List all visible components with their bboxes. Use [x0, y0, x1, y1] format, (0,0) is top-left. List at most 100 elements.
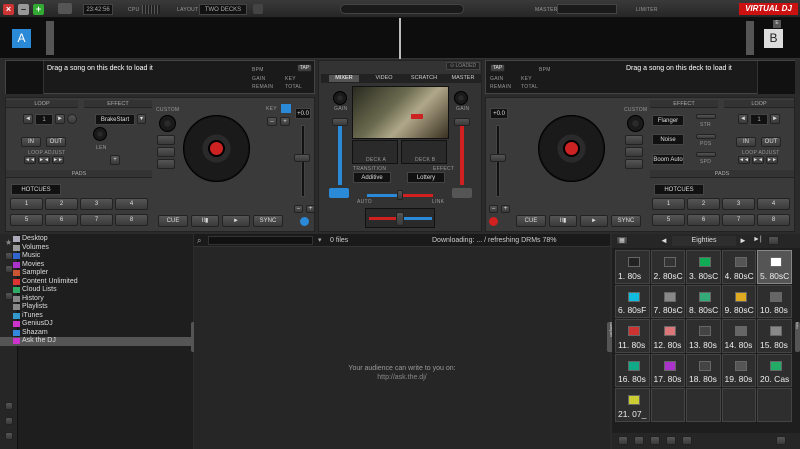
tree-item-content-unlimited[interactable]: Content Unlimited — [0, 278, 193, 287]
effect-dropdown-icon[interactable]: ▾ — [137, 114, 146, 124]
tree-item-movies[interactable]: Movies — [0, 261, 193, 270]
pad-4[interactable]: 4 — [757, 198, 790, 210]
sampler-tile[interactable]: 21. 07_ — [615, 388, 650, 422]
sampler-list-view-icon[interactable] — [666, 436, 676, 445]
sampler-tile[interactable]: 9. 80sC — [721, 284, 756, 318]
video-effect-select[interactable]: Lottery — [407, 172, 445, 183]
deck-b-jogwheel[interactable] — [538, 115, 605, 182]
sampler-options-icon[interactable] — [768, 236, 779, 245]
loop-in-button[interactable]: IN — [21, 137, 41, 147]
volume-b-handle[interactable] — [454, 118, 470, 126]
play-button[interactable]: ► — [222, 215, 250, 227]
sampler-tile[interactable]: 20. Cas — [757, 353, 792, 387]
sampler-grid-view-icon[interactable] — [650, 436, 660, 445]
volume-a-fader[interactable] — [338, 123, 342, 185]
volume-b-fader[interactable] — [460, 123, 464, 185]
tab-master[interactable]: MASTER — [447, 75, 479, 82]
bank-prev-icon[interactable]: ◄ — [660, 236, 668, 245]
cue-button[interactable]: CUE — [516, 215, 546, 227]
sampler-tile-empty[interactable] — [721, 388, 756, 422]
pad-7[interactable]: 7 — [722, 214, 755, 226]
sampler-tile[interactable]: 19. 80s — [721, 353, 756, 387]
sampler-tile[interactable]: 18. 80s — [686, 353, 721, 387]
tree-item-ask-the-dj[interactable]: Ask the DJ — [0, 337, 193, 346]
sampler-rec-icon[interactable] — [618, 436, 628, 445]
custom-knob[interactable] — [159, 115, 176, 132]
tree-item-shazam[interactable]: Shazam — [0, 329, 193, 338]
sampler-tile[interactable]: 10. 80s — [757, 284, 792, 318]
pad-5[interactable]: 5 — [652, 214, 685, 226]
sampler-tile[interactable]: 4. 80sC — [721, 250, 756, 284]
sampler-tile[interactable]: 16. 80s — [615, 353, 650, 387]
sampler-tile[interactable]: 7. 80sC — [650, 284, 685, 318]
pitch-bend-down[interactable]: – — [489, 205, 498, 213]
tab-video[interactable]: VIDEO — [369, 75, 399, 82]
pads-mode-select[interactable]: HOTCUES — [11, 184, 61, 195]
pad-4[interactable]: 4 — [115, 198, 148, 210]
tab-mixer[interactable]: MIXER — [329, 75, 359, 82]
sampler-tile[interactable]: 12. 80s — [650, 319, 685, 353]
key-up-button[interactable]: + — [280, 117, 290, 126]
pad-3[interactable]: 3 — [722, 198, 755, 210]
tree-item-itunes[interactable]: iTunes — [0, 312, 193, 321]
pitch-slider-handle[interactable] — [294, 154, 310, 162]
sampler-tile[interactable]: 5. 80sC — [757, 250, 792, 284]
pitch-bend-up[interactable]: + — [501, 205, 510, 213]
search-input[interactable] — [208, 236, 313, 245]
tree-item-desktop[interactable]: Desktop — [0, 235, 193, 244]
sync-button[interactable]: SYNC — [253, 215, 283, 227]
gain-a-knob[interactable] — [333, 91, 347, 105]
loop-adjust-back[interactable]: ◄◄ — [738, 156, 750, 164]
deck-a-jogwheel[interactable] — [183, 115, 250, 182]
sampler-bank-select[interactable]: Eighties — [672, 236, 736, 246]
pad-5[interactable]: 5 — [10, 214, 43, 226]
crossfader-handle[interactable] — [396, 212, 404, 226]
custom-button-1[interactable] — [157, 135, 175, 145]
pad-1[interactable]: 1 — [10, 198, 43, 210]
custom-knob[interactable] — [627, 115, 644, 132]
sampler-pin-icon[interactable] — [776, 436, 786, 445]
loop-adjust-mid[interactable]: ►◄ — [752, 156, 764, 164]
deck-b-video-thumb[interactable]: DECK B — [401, 140, 447, 164]
custom-button-3[interactable] — [157, 159, 175, 169]
layout-dropdown-icon[interactable] — [253, 4, 263, 14]
pitch-bend-down[interactable]: – — [294, 205, 303, 213]
gain-b-knob[interactable] — [454, 91, 468, 105]
pause-stutter-button[interactable]: II▮ — [549, 215, 577, 227]
sampler-volume-icon[interactable] — [682, 436, 692, 445]
sampler-tile[interactable]: 13. 80s — [686, 319, 721, 353]
waveform-zoom-icon[interactable]: E — [773, 20, 781, 28]
loop-adjust-fwd[interactable]: ►► — [52, 156, 64, 164]
waveform-scroll-right[interactable] — [746, 21, 754, 55]
pads-mode-select[interactable]: HOTCUES — [654, 184, 704, 195]
maximize-icon[interactable]: + — [33, 4, 44, 15]
tree-item-sampler[interactable]: Sampler — [0, 269, 193, 278]
loop-out-button[interactable]: OUT — [46, 137, 66, 147]
waveform-area[interactable]: A B E — [0, 18, 800, 59]
pitch-slider-handle[interactable] — [490, 154, 506, 162]
custom-button-2[interactable] — [625, 147, 643, 157]
layout-select[interactable]: TWO DECKS — [199, 4, 247, 15]
tap-button[interactable]: TAP — [297, 64, 312, 72]
custom-button-1[interactable] — [625, 135, 643, 145]
loop-double-button[interactable]: ► — [770, 114, 780, 124]
loop-half-button[interactable]: ◄ — [738, 114, 748, 124]
custom-button-3[interactable] — [625, 159, 643, 169]
sampler-tile-empty[interactable] — [757, 388, 792, 422]
transition-select[interactable]: Additive — [353, 172, 391, 183]
pause-stutter-button[interactable]: II▮ — [191, 215, 219, 227]
search-dropdown-icon[interactable]: ▾ — [318, 236, 322, 244]
sampler-tile[interactable]: 2. 80sC — [650, 250, 685, 284]
deck-a-select-icon[interactable] — [300, 217, 309, 226]
effect-len-knob[interactable] — [93, 127, 107, 141]
custom-button-2[interactable] — [157, 147, 175, 157]
pad-1[interactable]: 1 — [652, 198, 685, 210]
headphone-mix-handle[interactable] — [397, 190, 403, 200]
play-button[interactable]: ► — [580, 215, 608, 227]
tab-scratch[interactable]: SCRATCH — [409, 75, 439, 82]
loop-adjust-back[interactable]: ◄◄ — [24, 156, 36, 164]
pad-6[interactable]: 6 — [45, 214, 78, 226]
pad-2[interactable]: 2 — [45, 198, 78, 210]
sampler-tile[interactable]: 14. 80s — [721, 319, 756, 353]
ask-the-dj-url[interactable]: http://ask.the.dj/ — [194, 374, 610, 381]
